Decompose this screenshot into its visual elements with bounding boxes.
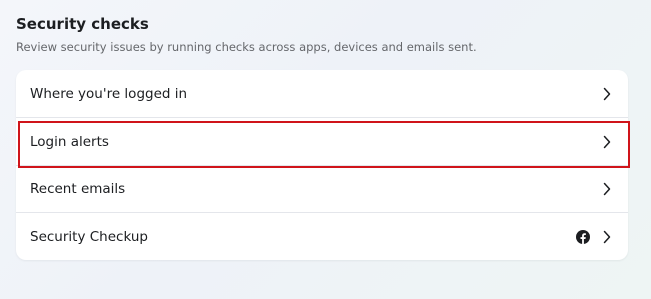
row-label: Login alerts: [30, 133, 109, 150]
section-title: Security checks: [16, 15, 149, 33]
chevron-right-icon: [603, 135, 611, 148]
chevron-right-icon: [603, 230, 611, 243]
facebook-icon: [576, 229, 590, 244]
row-login-alerts[interactable]: Login alerts: [16, 118, 628, 165]
security-checks-card: Where you're logged in Login alerts Rece…: [16, 70, 628, 260]
security-checks-header: Security checks Review security issues b…: [16, 14, 628, 55]
section-subtitle: Review security issues by running checks…: [16, 40, 477, 54]
row-where-logged-in[interactable]: Where you're logged in: [16, 70, 628, 117]
row-label: Where you're logged in: [30, 85, 188, 102]
chevron-right-icon: [603, 87, 611, 100]
row-label: Recent emails: [30, 181, 126, 197]
chevron-right-icon: [603, 182, 611, 196]
row-recent-emails[interactable]: Recent emails: [16, 166, 628, 212]
row-security-checkup[interactable]: Security Checkup: [16, 213, 628, 260]
row-label: Security Checkup: [30, 228, 148, 245]
